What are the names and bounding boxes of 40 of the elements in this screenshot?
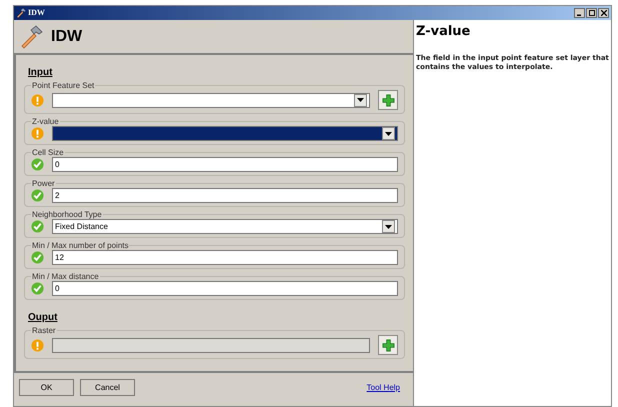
dialog-button[interactable]: Cancel	[80, 379, 135, 396]
parameter-label: Power	[31, 179, 56, 188]
parameter-label: Neighborhood Type	[31, 210, 103, 219]
close-icon	[600, 10, 606, 16]
dropdown-field[interactable]: Fixed Distance	[52, 219, 398, 234]
parameter-label: Point Feature Set	[31, 81, 96, 90]
dropdown-arrow-button[interactable]	[382, 127, 395, 140]
minimize-button[interactable]	[574, 8, 585, 18]
hammer-icon	[19, 24, 43, 48]
section-heading: Ouput	[28, 311, 58, 325]
dropdown-arrow-button[interactable]	[382, 220, 395, 233]
add-button[interactable]	[378, 90, 398, 110]
add-button[interactable]	[378, 335, 398, 355]
parameter-label: Raster	[31, 326, 57, 335]
window-title: IDW	[28, 7, 46, 19]
tool-help-link[interactable]: Tool Help	[366, 382, 400, 394]
section-heading: Input	[28, 66, 54, 80]
dropdown-field[interactable]	[52, 126, 398, 141]
caret-icon	[385, 132, 392, 136]
hammer-icon	[16, 8, 26, 18]
caret-icon	[385, 224, 392, 228]
input-field[interactable]: 2	[52, 188, 398, 203]
close-button[interactable]	[598, 8, 609, 18]
maximize-button[interactable]	[586, 8, 597, 18]
help-title: Z-value	[416, 23, 472, 41]
input-field[interactable]: 0	[52, 157, 398, 172]
caret-icon	[357, 98, 364, 102]
dialog-button[interactable]: OK	[19, 379, 74, 396]
maximize-icon	[588, 10, 594, 16]
input-field[interactable]: 12	[52, 250, 398, 265]
input-field[interactable]: 0	[52, 281, 398, 296]
parameter-label: Z-value	[31, 117, 60, 126]
parameter-label: Min / Max distance	[31, 272, 100, 281]
parameter-label: Cell Size	[31, 148, 65, 157]
plus-icon	[382, 94, 394, 106]
parameter-label: Min / Max number of points	[31, 241, 130, 250]
dropdown-arrow-button[interactable]	[354, 94, 367, 106]
dropdown-field[interactable]	[52, 92, 370, 108]
tool-title: IDW	[51, 26, 82, 46]
plus-icon	[382, 338, 394, 352]
